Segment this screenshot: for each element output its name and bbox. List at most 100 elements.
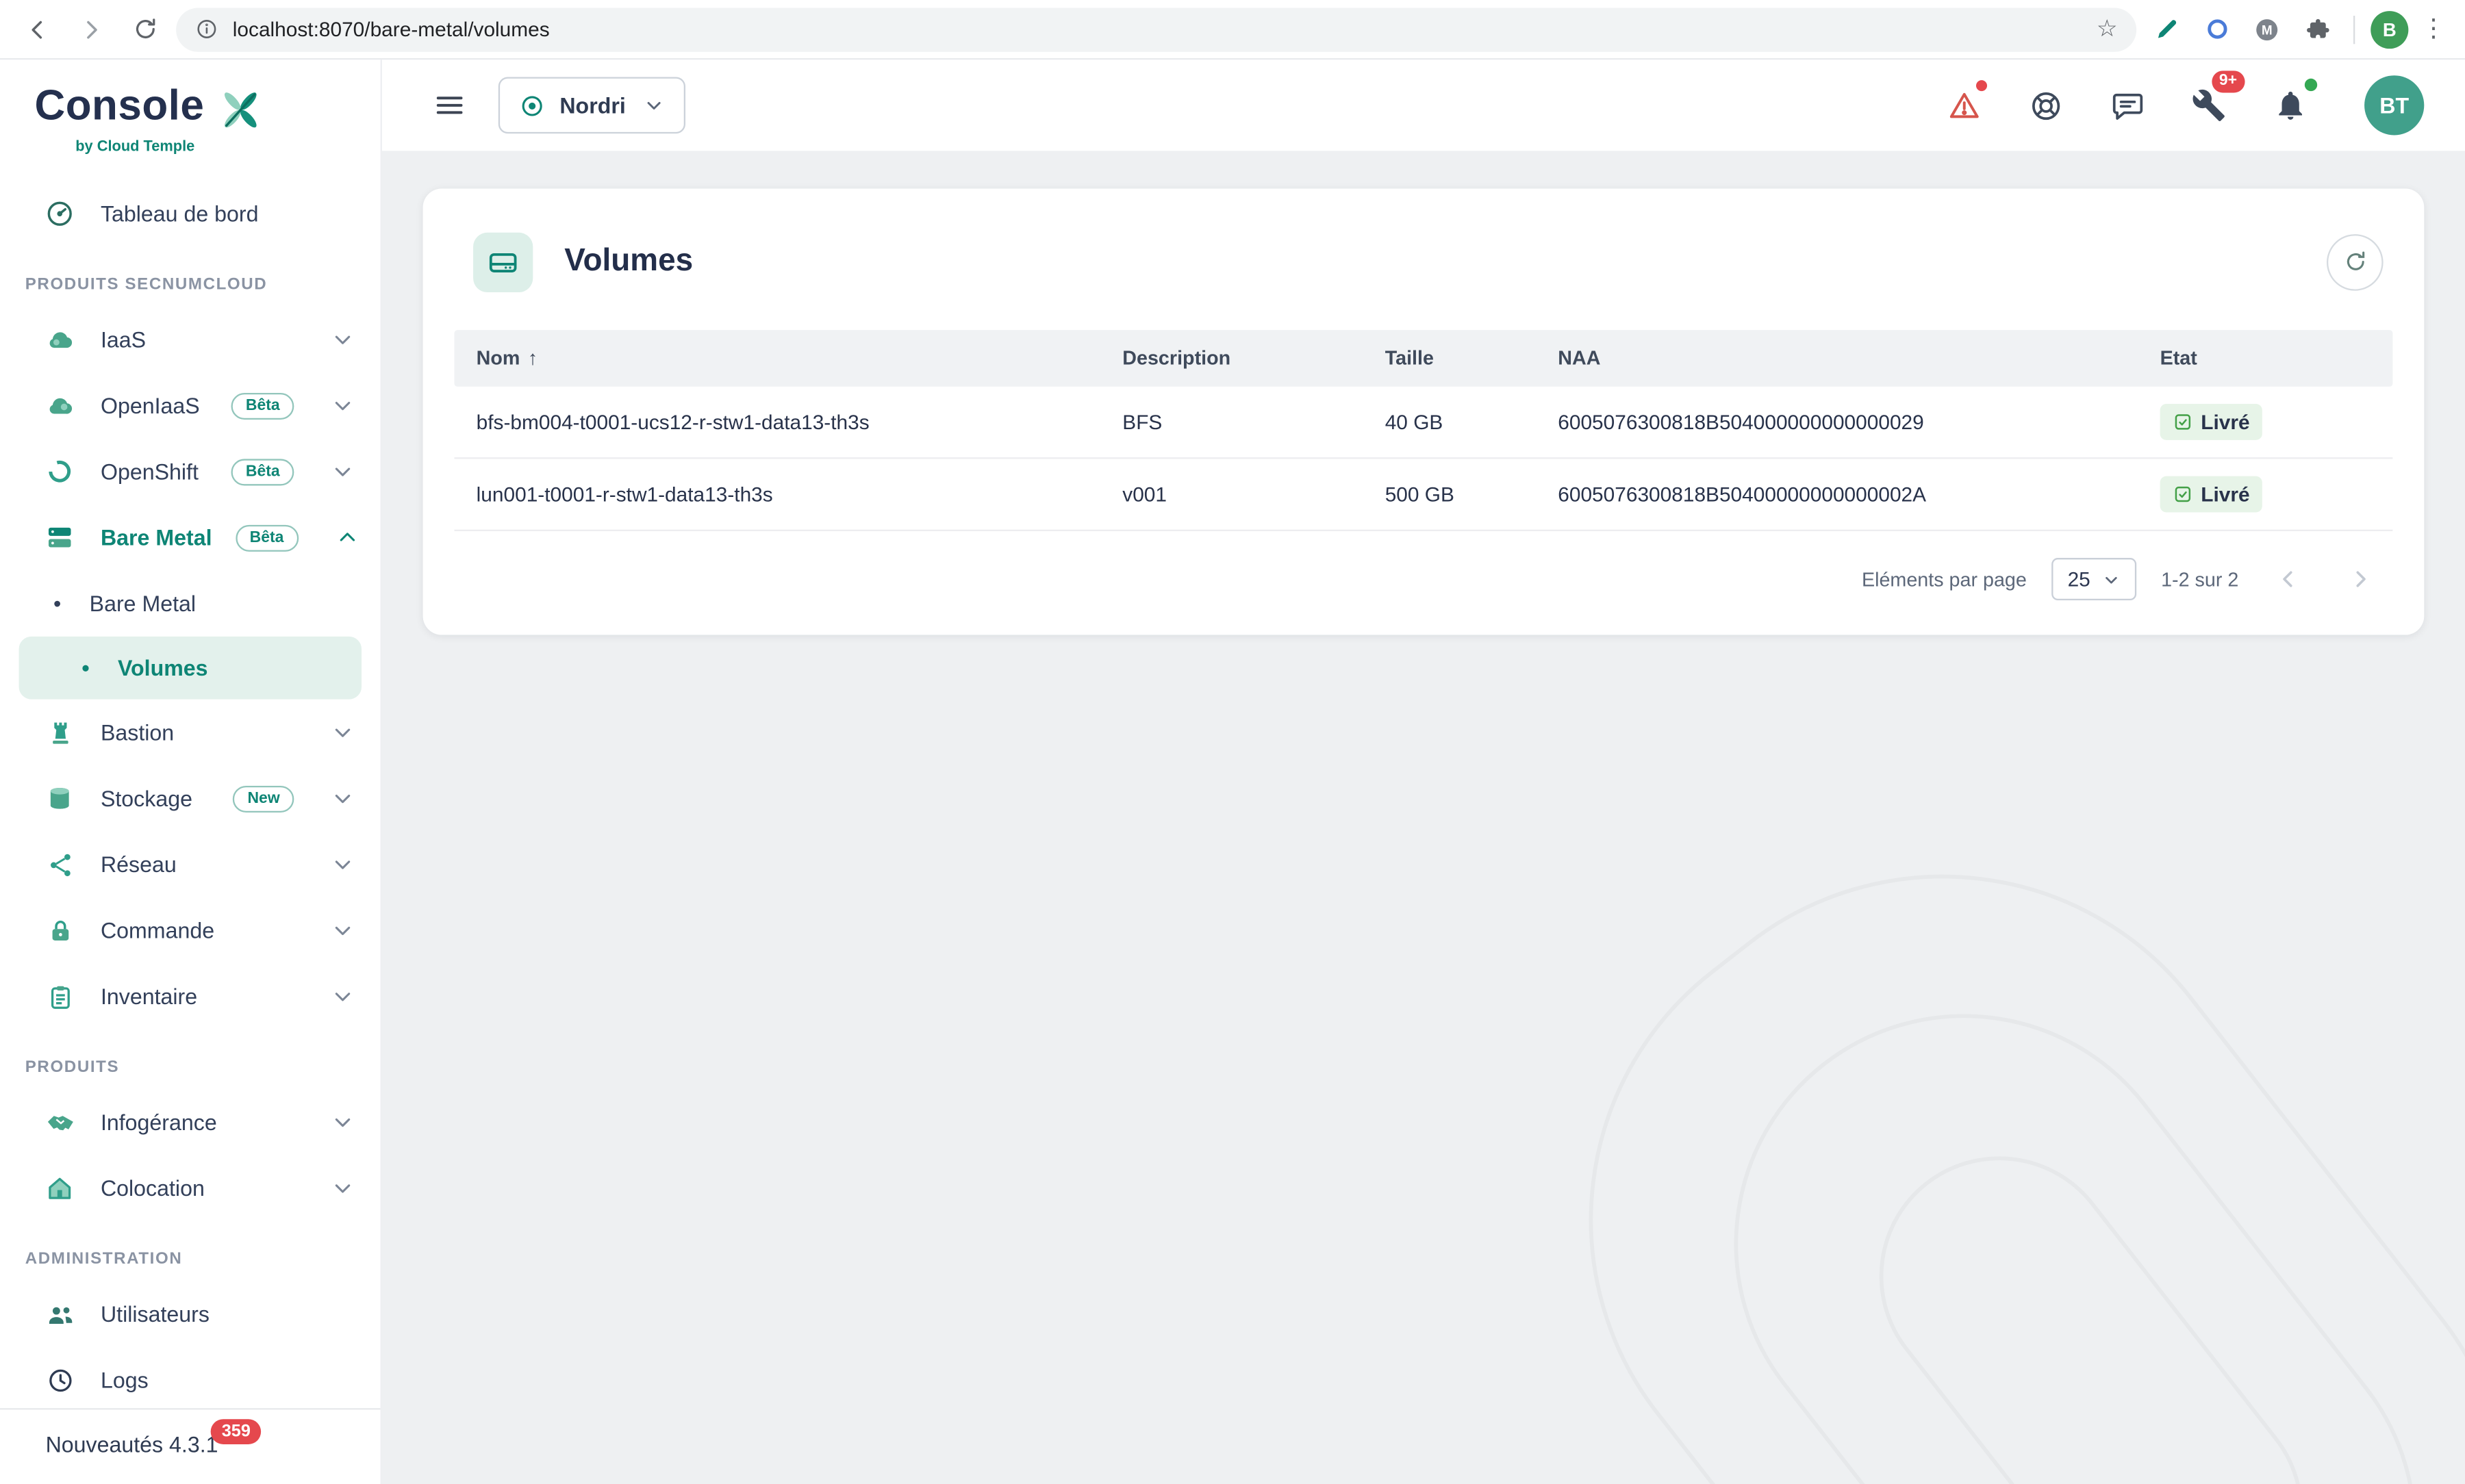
sort-ascending-icon[interactable]: ↑ [528, 347, 538, 369]
beta-badge: Bêta [231, 392, 294, 419]
browser-profile-avatar[interactable]: B [2371, 10, 2408, 48]
chevron-up-icon [334, 525, 359, 550]
cell-etat: Livré [2160, 476, 2393, 512]
tenant-target-icon [519, 92, 546, 118]
cell-taille: 500 GB [1385, 482, 1558, 505]
main-content: Volumes Nom ↑ Description Taille NAA [382, 151, 2465, 1484]
per-page-label: Eléments par page [1862, 569, 2027, 591]
column-header-etat[interactable]: Etat [2160, 347, 2393, 369]
cloud-icon [42, 323, 77, 356]
table-row[interactable]: lun001-t0001-r-stw1-data13-th3s v001 500… [455, 459, 2393, 531]
sidebar-subitem-bare-metal[interactable]: • Bare Metal [0, 570, 381, 636]
sidebar-item-bastion[interactable]: Bastion [0, 700, 381, 765]
sidebar-toggle-button[interactable] [432, 88, 467, 123]
site-info-icon[interactable] [195, 17, 218, 40]
beta-badge: Bêta [236, 524, 298, 551]
tenant-name: Nordri [559, 92, 625, 118]
history-clock-icon [42, 1365, 77, 1395]
sidebar-item-stockage[interactable]: Stockage New [0, 765, 381, 831]
whats-new-link[interactable]: Nouveautés 4.3.1 359 [0, 1407, 381, 1484]
lifebuoy-icon [2027, 87, 2064, 123]
screen: localhost:8070/bare-metal/volumes ☆ M B … [0, 0, 2465, 1484]
notifications-button[interactable] [2270, 85, 2311, 126]
column-header-naa[interactable]: NAA [1558, 347, 2160, 369]
cell-nom: bfs-bm004-t0001-ucs12-r-stw1-data13-th3s [455, 410, 1123, 433]
sidebar-item-utilisateurs[interactable]: Utilisateurs [0, 1281, 381, 1346]
column-header-nom[interactable]: Nom ↑ [455, 347, 1123, 369]
back-button[interactable] [16, 7, 60, 51]
table-row[interactable]: bfs-bm004-t0001-ucs12-r-stw1-data13-th3s… [455, 386, 2393, 459]
reload-icon [131, 16, 158, 42]
sidebar-item-logs[interactable]: Logs [0, 1347, 381, 1407]
bookmark-star-icon[interactable]: ☆ [2097, 17, 2118, 40]
color-picker-extension-icon[interactable] [2146, 9, 2187, 50]
tools-count-badge: 9+ [2211, 71, 2245, 92]
app-logo[interactable]: Console by Cloud Temple [0, 60, 381, 171]
url-text[interactable]: localhost:8070/bare-metal/volumes [233, 17, 2082, 40]
sidebar-item-commande[interactable]: Commande [0, 897, 381, 963]
column-header-description[interactable]: Description [1122, 347, 1385, 369]
sidebar-item-infogerance[interactable]: Infogérance [0, 1089, 381, 1155]
tools-icon [2192, 88, 2227, 123]
user-avatar[interactable]: BT [2364, 75, 2424, 135]
url-bar[interactable]: localhost:8070/bare-metal/volumes ☆ [176, 7, 2136, 51]
cloud-icon [42, 389, 77, 422]
sidebar-item-inventaire[interactable]: Inventaire [0, 963, 381, 1029]
privacy-extension-icon[interactable] [2196, 9, 2237, 50]
menu-icon [432, 88, 467, 123]
tools-button[interactable]: 9+ [2188, 85, 2229, 126]
sidebar-item-openshift[interactable]: OpenShift Bêta [0, 439, 381, 504]
support-button[interactable] [2025, 85, 2066, 126]
per-page-select[interactable]: 25 [2052, 559, 2136, 601]
mail-extension-icon[interactable]: M [2247, 9, 2288, 50]
chevron-down-icon [330, 1110, 355, 1135]
chat-icon [2109, 87, 2145, 123]
refresh-button[interactable] [2327, 234, 2384, 291]
sidebar-item-bare-metal[interactable]: Bare Metal Bêta [0, 504, 381, 570]
sidebar-subitem-volumes[interactable]: • Volumes [19, 637, 362, 700]
house-icon [42, 1173, 77, 1204]
network-icon [42, 849, 77, 880]
card-header: Volumes [455, 214, 2393, 329]
whats-new-count-badge: 359 [211, 1418, 262, 1444]
beta-badge: Bêta [231, 458, 294, 485]
cell-etat: Livré [2160, 404, 2393, 440]
volumes-tile [473, 233, 533, 292]
sidebar-nav: Tableau de bord PRODUITS SECNUMCLOUD Iaa… [0, 171, 381, 1407]
sidebar-item-colocation[interactable]: Colocation [0, 1155, 381, 1221]
chevron-down-icon [330, 1175, 355, 1201]
browser-menu-icon[interactable]: ⋮ [2418, 16, 2449, 42]
volumes-card: Volumes Nom ↑ Description Taille NAA [423, 189, 2425, 635]
section-produits-secnumcloud: PRODUITS SECNUMCLOUD [0, 246, 381, 306]
sidebar-item-iaas[interactable]: IaaS [0, 307, 381, 372]
reload-button[interactable] [123, 7, 166, 51]
chevron-down-icon [330, 459, 355, 484]
feedback-button[interactable] [2107, 85, 2148, 126]
sidebar-item-tableau-de-bord[interactable]: Tableau de bord [0, 181, 381, 246]
svg-text:M: M [2262, 23, 2273, 37]
chevron-left-icon [2274, 566, 2301, 593]
bullet-icon: • [81, 657, 89, 679]
tenant-selector[interactable]: Nordri [498, 77, 685, 134]
previous-page-button[interactable] [2264, 556, 2311, 603]
extensions-puzzle-icon[interactable] [2297, 9, 2338, 50]
next-page-button[interactable] [2336, 556, 2384, 603]
main-column: Nordri 9+ [382, 60, 2465, 1484]
cell-naa: 6005076300818B504000000000000029 [1558, 410, 2160, 433]
forward-button[interactable] [69, 7, 113, 51]
chevron-down-icon [330, 984, 355, 1009]
app-frame: Console by Cloud Temple Tableau de bord [0, 60, 2465, 1484]
column-header-taille[interactable]: Taille [1385, 347, 1558, 369]
chevron-right-icon [2347, 566, 2373, 593]
gauge-icon [42, 198, 77, 229]
sidebar-item-openiaas[interactable]: OpenIaaS Bêta [0, 372, 381, 438]
alert-notification-dot [1976, 80, 1987, 91]
pagination-range: 1-2 sur 2 [2161, 569, 2238, 591]
sidebar-item-reseau[interactable]: Réseau [0, 832, 381, 897]
alerts-button[interactable] [1943, 85, 1984, 126]
cell-nom: lun001-t0001-r-stw1-data13-th3s [455, 482, 1123, 505]
dragonfly-watermark [1506, 714, 2465, 1484]
bullet-icon: • [53, 593, 61, 615]
chevron-down-icon [330, 786, 355, 811]
page-title: Volumes [564, 244, 693, 281]
